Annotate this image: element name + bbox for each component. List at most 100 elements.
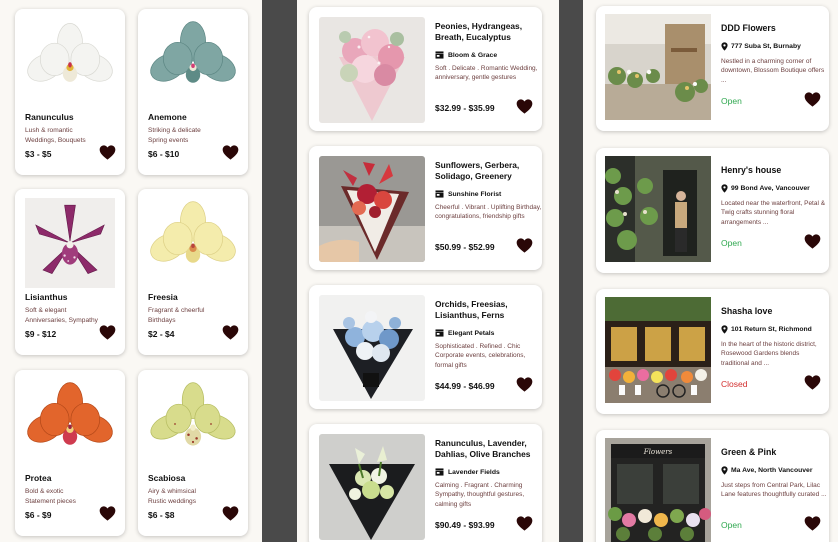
flower-description: Airy & whimsical Rustic weddings: [148, 487, 244, 506]
shop-address-text: 101 Return St, Richmond: [731, 326, 812, 333]
teal-orchid-image: [148, 18, 238, 108]
location-pin-icon: [721, 325, 728, 334]
store-icon: [435, 329, 444, 337]
shop-address: 101 Return St, Richmond: [721, 325, 812, 334]
flower-card[interactable]: Lisianthus Soft & elegant Anniversaries,…: [15, 189, 125, 355]
shop-name: Green & Pink: [721, 447, 777, 457]
flower-price: $6 - $9: [25, 510, 52, 520]
flower-name: Anemone: [148, 112, 187, 122]
bouquet-card[interactable]: Sunflowers, Gerbera, Solidago, Greenery …: [309, 146, 542, 270]
shop-card[interactable]: Henry's house 99 Bond Ave, Vancouver Loc…: [596, 148, 829, 273]
favorite-heart-icon[interactable]: [804, 375, 821, 390]
orange-orchid-image: [25, 379, 115, 469]
favorite-heart-icon[interactable]: [99, 145, 116, 160]
bouquet-price: $50.99 - $52.99: [435, 242, 495, 252]
bouquet-list-panel: Peonies, Hydrangeas, Breath, Eucalyptus …: [297, 0, 559, 542]
shop-description: Nestled in a charming corner of downtown…: [721, 58, 825, 84]
purple-orchid-image: [25, 198, 115, 288]
flower-desc-line: Statement pieces: [25, 497, 76, 505]
flower-desc-line: Birthdays: [148, 316, 176, 324]
yellow-orchid-image: [148, 198, 238, 288]
flower-price: $6 - $8: [148, 510, 175, 520]
bouquet-card[interactable]: Orchids, Freesias, Lisianthus, Ferns Ele…: [309, 285, 542, 409]
flower-card[interactable]: Ranunculus Lush & romantic Weddings, Bou…: [15, 9, 125, 175]
bouquet-title: Peonies, Hydrangeas, Breath, Eucalyptus: [435, 21, 523, 42]
shop-card[interactable]: DDD Flowers 777 Suba St, Burnaby Nestled…: [596, 6, 829, 131]
shop-address: 777 Suba St, Burnaby: [721, 42, 801, 51]
bouquet-shop: Elegant Petals: [435, 329, 494, 337]
favorite-heart-icon[interactable]: [222, 506, 239, 521]
flower-name: Freesia: [148, 292, 178, 302]
bouquet-price: $90.49 - $93.99: [435, 520, 495, 530]
bouquet-description: Calming . Fragrant . Charming Sympathy, …: [435, 482, 525, 508]
flower-price: $9 - $12: [25, 329, 57, 339]
favorite-heart-icon[interactable]: [99, 325, 116, 340]
shop-status-closed: Closed: [721, 379, 748, 389]
favorite-heart-icon[interactable]: [516, 377, 533, 392]
store-icon: [435, 190, 444, 198]
location-pin-icon: [721, 466, 728, 475]
favorite-heart-icon[interactable]: [804, 516, 821, 531]
shop-sign-text: Flowers: [643, 448, 673, 456]
bouquet-price: $32.99 - $35.99: [435, 103, 495, 113]
favorite-heart-icon[interactable]: [804, 92, 821, 107]
shop-name: Lavender Fields: [448, 468, 500, 476]
favorite-heart-icon[interactable]: [222, 325, 239, 340]
flower-list-panel: Ranunculus Lush & romantic Weddings, Bou…: [0, 0, 262, 542]
flower-desc-line: Striking & delicate: [148, 127, 201, 134]
bouquet-title: Ranunculus, Lavender, Dahlias, Olive Bra…: [435, 438, 531, 459]
favorite-heart-icon[interactable]: [516, 238, 533, 253]
shop-status-open: Open: [721, 96, 742, 106]
favorite-heart-icon[interactable]: [222, 145, 239, 160]
shop-door-florist-image: [605, 156, 711, 262]
flower-name: Ranunculus: [25, 112, 74, 122]
flower-card[interactable]: Protea Bold & exotic Statement pieces $6…: [15, 370, 125, 536]
shop-black-front-image: Flowers: [605, 438, 711, 542]
flower-description: Bold & exotic Statement pieces: [25, 487, 121, 506]
shop-list-panel: DDD Flowers 777 Suba St, Burnaby Nestled…: [583, 0, 838, 542]
bouquet-shop: Sunshine Florist: [435, 190, 501, 198]
flower-desc-line: Anniversaries, Sympathy: [25, 316, 98, 324]
bouquet-description: Sophisticated . Refined . Chic Corporate…: [435, 343, 526, 369]
location-pin-icon: [721, 42, 728, 51]
flower-card[interactable]: Freesia Fragrant & cheerful Birthdays $2…: [138, 189, 248, 355]
favorite-heart-icon[interactable]: [99, 506, 116, 521]
shop-description: In the heart of the historic district, R…: [721, 341, 817, 367]
flower-desc-line: Fragrant & cheerful: [148, 307, 205, 314]
flower-desc-line: Airy & whimsical: [148, 488, 196, 495]
flower-desc-line: Spring events: [148, 136, 189, 144]
flower-price: $2 - $4: [148, 329, 175, 339]
flower-name: Lisianthus: [25, 292, 68, 302]
flower-description: Lush & romantic Weddings, Bouquets: [25, 126, 121, 145]
favorite-heart-icon[interactable]: [516, 99, 533, 114]
flower-card[interactable]: Anemone Striking & delicate Spring event…: [138, 9, 248, 175]
shop-name: Elegant Petals: [448, 329, 495, 337]
favorite-heart-icon[interactable]: [804, 234, 821, 249]
bouquet-description: Cheerful . Vibrant . Uplifting Birthday,…: [435, 204, 542, 221]
shop-interior-image: [605, 14, 711, 120]
flower-name: Scabiosa: [148, 473, 186, 483]
flower-card[interactable]: Scabiosa Airy & whimsical Rustic wedding…: [138, 370, 248, 536]
shop-name: Shasha love: [721, 306, 773, 316]
shop-address-text: Ma Ave, North Vancouver: [731, 467, 813, 474]
flower-desc-line: Lush & romantic: [25, 127, 73, 134]
store-icon: [435, 51, 444, 59]
flower-desc-line: Rustic weddings: [148, 497, 197, 505]
shop-status-open: Open: [721, 520, 742, 530]
bouquet-card[interactable]: Ranunculus, Lavender, Dahlias, Olive Bra…: [309, 424, 542, 542]
bouquet-price: $44.99 - $46.99: [435, 381, 495, 391]
flower-price: $3 - $5: [25, 149, 52, 159]
shop-description: Located near the waterfront, Petal & Twi…: [721, 200, 826, 226]
shop-address-text: 777 Suba St, Burnaby: [731, 43, 801, 50]
shop-address: Ma Ave, North Vancouver: [721, 466, 812, 475]
shop-card[interactable]: Flowers Green & Pink Ma Ave, North Vanco…: [596, 430, 829, 542]
shop-storefront-image: [605, 297, 711, 403]
store-icon: [435, 468, 444, 476]
bouquet-card[interactable]: Peonies, Hydrangeas, Breath, Eucalyptus …: [309, 7, 542, 131]
shop-card[interactable]: Shasha love 101 Return St, Richmond In t…: [596, 289, 829, 414]
green-orchid-image: [148, 379, 238, 469]
favorite-heart-icon[interactable]: [516, 516, 533, 531]
location-pin-icon: [721, 184, 728, 193]
flower-description: Striking & delicate Spring events: [148, 126, 244, 145]
flower-description: Fragrant & cheerful Birthdays: [148, 306, 244, 325]
